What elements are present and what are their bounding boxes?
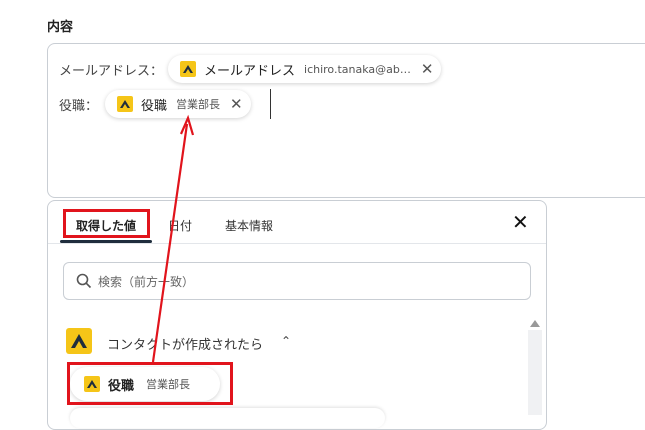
annotation-arrow [151, 114, 195, 363]
